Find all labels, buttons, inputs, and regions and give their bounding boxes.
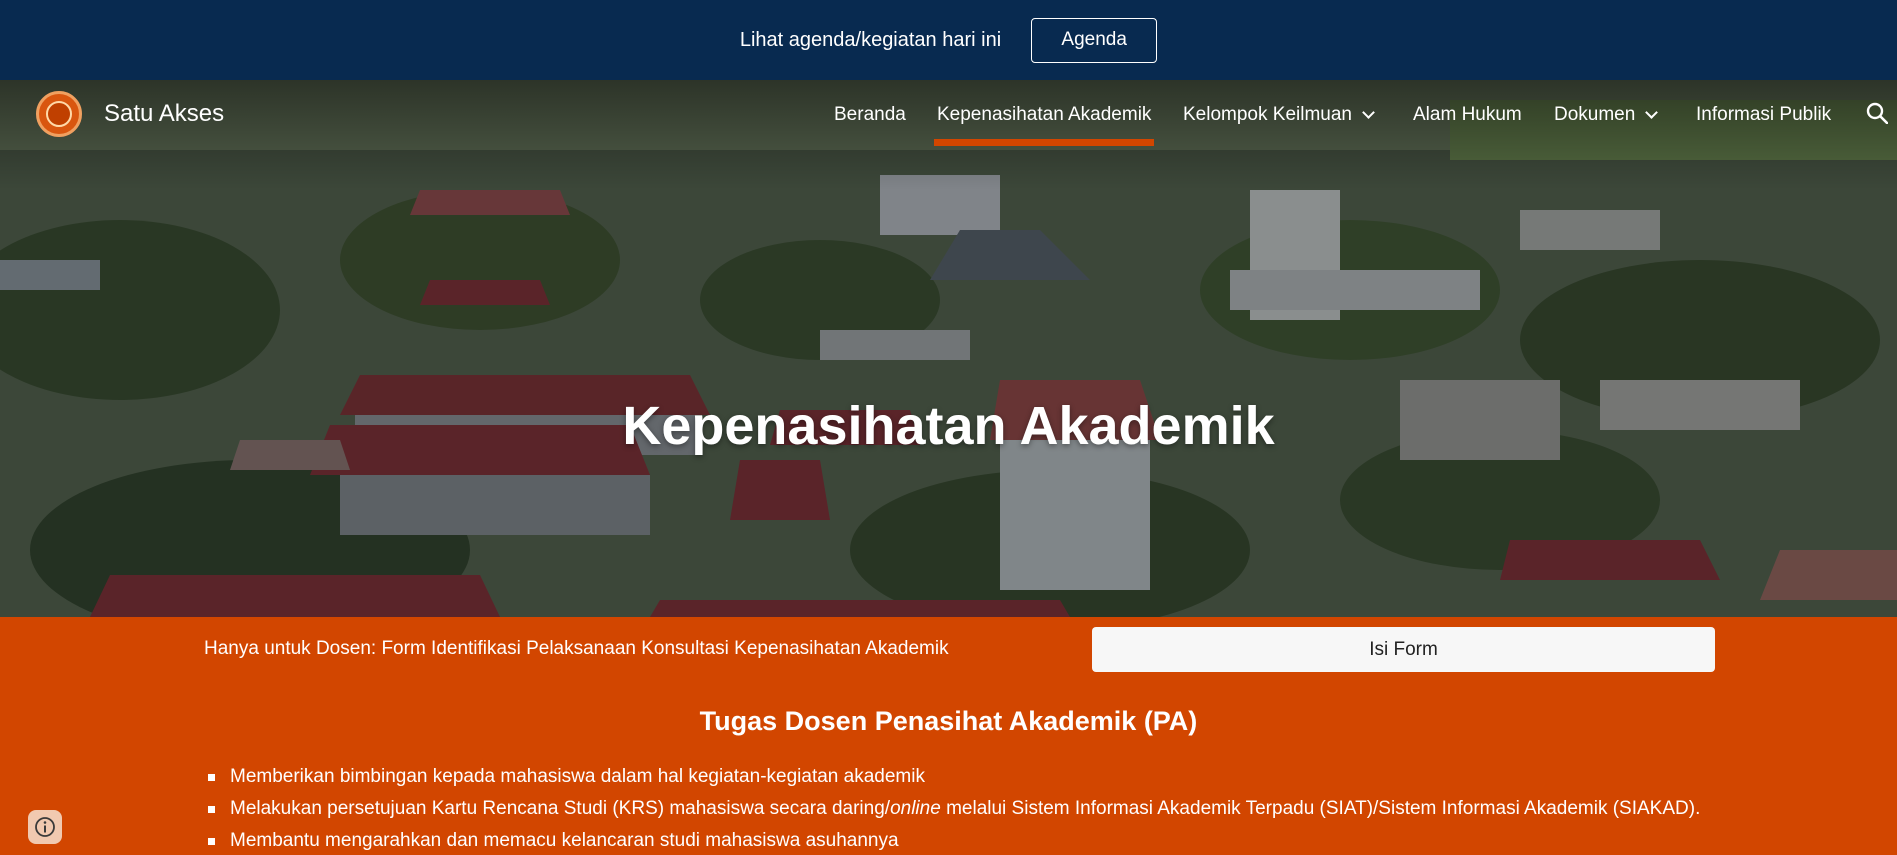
fill-form-button[interactable]: Isi Form — [1092, 627, 1715, 672]
announcement-text: Lihat agenda/kegiatan hari ini — [739, 28, 1002, 51]
announcement-bar: Lihat agenda/kegiatan hari ini Agenda — [0, 0, 1897, 80]
nav-item-label: Kepenasihatan Akademik — [937, 104, 1152, 125]
nav-item-label: Dokumen — [1554, 104, 1636, 125]
nav-item-label: Beranda — [834, 104, 906, 125]
nav-item-kelompok-keilmuan[interactable]: Kelompok Keilmuan — [1183, 104, 1375, 126]
search-icon[interactable] — [1866, 102, 1888, 124]
list-item: Memberikan bimbingan kepada mahasiswa da… — [208, 765, 1858, 797]
list-item-text: Memberikan bimbingan kepada mahasiswa da… — [230, 766, 925, 787]
form-description: Hanya untuk Dosen: Form Identifikasi Pel… — [204, 638, 949, 659]
lecturer-form-row: Hanya untuk Dosen: Form Identifikasi Pel… — [0, 617, 1897, 679]
agenda-button[interactable]: Agenda — [1031, 17, 1158, 63]
page-title: Kepenasihatan Akademik — [622, 396, 1275, 456]
active-nav-indicator — [934, 139, 1154, 146]
list-item: Membantu mengarahkan dan memacu kelancar… — [208, 829, 1858, 855]
nav-item-informasi-publik[interactable]: Informasi Publik — [1696, 104, 1831, 126]
section-heading: Tugas Dosen Penasihat Akademik (PA) — [699, 706, 1198, 736]
duties-list: Memberikan bimbingan kepada mahasiswa da… — [208, 765, 1858, 855]
list-item-text: melalui Sistem Informasi Akademik Terpad… — [940, 798, 1701, 819]
hero-banner: Kepenasihatan Akademik — [0, 80, 1897, 617]
nav-item-label: Alam Hukum — [1413, 104, 1522, 125]
list-item-italic: online — [890, 798, 941, 819]
nav-item-label: Kelompok Keilmuan — [1183, 104, 1352, 125]
chevron-down-icon — [1362, 106, 1375, 119]
list-item-text: Melakukan persetujuan Kartu Rencana Stud… — [230, 798, 891, 819]
nav-item-alam-hukum[interactable]: Alam Hukum — [1413, 104, 1522, 126]
nav-item-kepenasihatan-akademik[interactable]: Kepenasihatan Akademik — [937, 104, 1151, 126]
main-navigation: Satu Akses Beranda Kepenasihatan Akademi… — [0, 80, 1897, 150]
list-item: Melakukan persetujuan Kartu Rencana Stud… — [208, 797, 1858, 829]
nav-item-label: Informasi Publik — [1696, 104, 1832, 125]
nav-item-beranda[interactable]: Beranda — [834, 104, 906, 126]
chevron-down-icon — [1645, 106, 1659, 119]
site-name[interactable]: Satu Akses — [104, 100, 224, 128]
info-icon[interactable] — [28, 810, 62, 844]
nav-item-dokumen[interactable]: Dokumen — [1554, 104, 1659, 126]
university-logo-icon[interactable] — [36, 91, 82, 137]
list-item-text: Membantu mengarahkan dan memacu kelancar… — [230, 830, 899, 851]
